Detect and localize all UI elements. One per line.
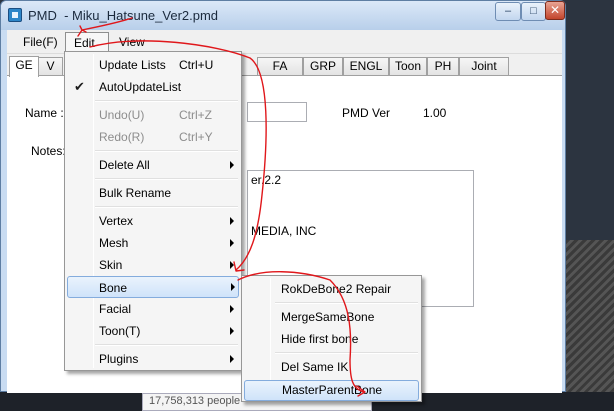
maximize-button[interactable]: □ [521, 2, 546, 21]
close-button[interactable]: ✕ [545, 1, 565, 20]
menu-facial[interactable]: Facial [67, 298, 239, 320]
bone-submenu: RokDeBone2 Repair MergeSameBone Hide fir… [241, 275, 422, 402]
notes-line-1: er.2.2 [251, 173, 282, 187]
menu-update-lists-label: Update Lists [99, 58, 166, 72]
menu-master-parent-bone[interactable]: MasterParentBone [244, 380, 419, 401]
menu-separator [95, 344, 238, 346]
menu-mesh-label: Mesh [99, 236, 129, 250]
menu-vertex-label: Vertex [99, 214, 134, 228]
menu-separator [275, 352, 418, 354]
notes-line-2: MEDIA, INC [251, 224, 317, 238]
menu-bulk-rename-label: Bulk Rename [99, 186, 172, 200]
edit-menu-dropdown: Update Lists Ctrl+U ✔ AutoUpdateList Und… [64, 51, 242, 371]
pmd-ver-label: PMD Ver [342, 106, 391, 120]
submenu-arrow-icon [231, 283, 235, 291]
menu-del-same-ik[interactable]: Del Same IK [244, 356, 419, 378]
menu-skin[interactable]: Skin [67, 254, 239, 276]
menu-vertex[interactable]: Vertex [67, 210, 239, 232]
menu-delete-all[interactable]: Delete All [67, 154, 239, 176]
menu-hide-first-bone[interactable]: Hide first bone [244, 328, 419, 350]
tab-ge[interactable]: GE [9, 56, 39, 77]
menu-bone-label: Bone [99, 281, 128, 295]
tab-joint[interactable]: Joint [459, 57, 509, 75]
app-icon [8, 8, 22, 22]
menu-undo-label: Undo(U) [99, 108, 145, 122]
menu-toon[interactable]: Toon(T) [67, 320, 239, 342]
submenu-arrow-icon [230, 305, 234, 313]
name-field[interactable] [247, 102, 307, 122]
checkmark-icon: ✔ [74, 79, 85, 94]
submenu-arrow-icon [230, 355, 234, 363]
menu-auto-update-list[interactable]: ✔ AutoUpdateList [67, 76, 239, 98]
window-title: PMD - Miku_Hatsune_Ver2.pmd [28, 8, 219, 23]
menu-merge-same-bone-label: MergeSameBone [281, 310, 375, 324]
menu-separator [95, 150, 238, 152]
menu-plugins-label: Plugins [99, 352, 139, 366]
minimize-button[interactable]: – [495, 2, 521, 21]
menu-facial-label: Facial [99, 302, 132, 316]
menu-update-lists[interactable]: Update Lists Ctrl+U [67, 54, 239, 76]
tab-fa[interactable]: FA [257, 57, 303, 75]
submenu-arrow-icon [230, 161, 234, 169]
menu-mesh[interactable]: Mesh [67, 232, 239, 254]
menu-separator [95, 206, 238, 208]
menu-separator [95, 178, 238, 180]
menu-merge-same-bone[interactable]: MergeSameBone [244, 306, 419, 328]
menu-auto-update-list-label: AutoUpdateList [99, 80, 182, 94]
tab-toon[interactable]: Toon [389, 57, 427, 75]
pmd-ver-value: 1.00 [423, 106, 447, 120]
tab-v[interactable]: V [38, 57, 63, 75]
submenu-arrow-icon [230, 239, 234, 247]
desktop-background [566, 240, 614, 411]
menu-toon-label: Toon(T) [99, 324, 141, 338]
menu-separator [275, 302, 418, 304]
menu-hide-first-bone-label: Hide first bone [281, 332, 359, 346]
menu-bone[interactable]: Bone [67, 276, 239, 298]
menu-master-parent-bone-label: MasterParentBone [282, 383, 383, 397]
menu-separator [95, 100, 238, 102]
menu-bulk-rename[interactable]: Bulk Rename [67, 182, 239, 204]
tab-engl[interactable]: ENGL [343, 57, 389, 75]
submenu-arrow-icon [230, 327, 234, 335]
menu-redo-label: Redo(R) [99, 130, 145, 144]
tab-grp[interactable]: GRP [303, 57, 343, 75]
tab-ph[interactable]: PH [427, 57, 459, 75]
menu-undo-shortcut: Ctrl+Z [179, 108, 212, 122]
menu-skin-label: Skin [99, 258, 123, 272]
notes-label: Notes: [31, 144, 66, 158]
menu-rokdebone2-repair-label: RokDeBone2 Repair [281, 282, 392, 296]
submenu-arrow-icon [230, 217, 234, 225]
menu-update-lists-shortcut: Ctrl+U [179, 58, 214, 72]
menu-del-same-ik-label: Del Same IK [281, 360, 349, 374]
menu-redo-shortcut: Ctrl+Y [179, 130, 213, 144]
name-label: Name : [25, 106, 64, 120]
menu-undo[interactable]: Undo(U) Ctrl+Z [67, 104, 239, 126]
menu-rokdebone2-repair[interactable]: RokDeBone2 Repair [244, 278, 419, 300]
title-bar[interactable]: PMD - Miku_Hatsune_Ver2.pmd – □ [1, 1, 565, 30]
menu-delete-all-label: Delete All [99, 158, 150, 172]
menu-file[interactable]: File(F) [15, 30, 66, 54]
menu-redo[interactable]: Redo(R) Ctrl+Y [67, 126, 239, 148]
submenu-arrow-icon [230, 261, 234, 269]
menu-plugins[interactable]: Plugins [67, 348, 239, 370]
